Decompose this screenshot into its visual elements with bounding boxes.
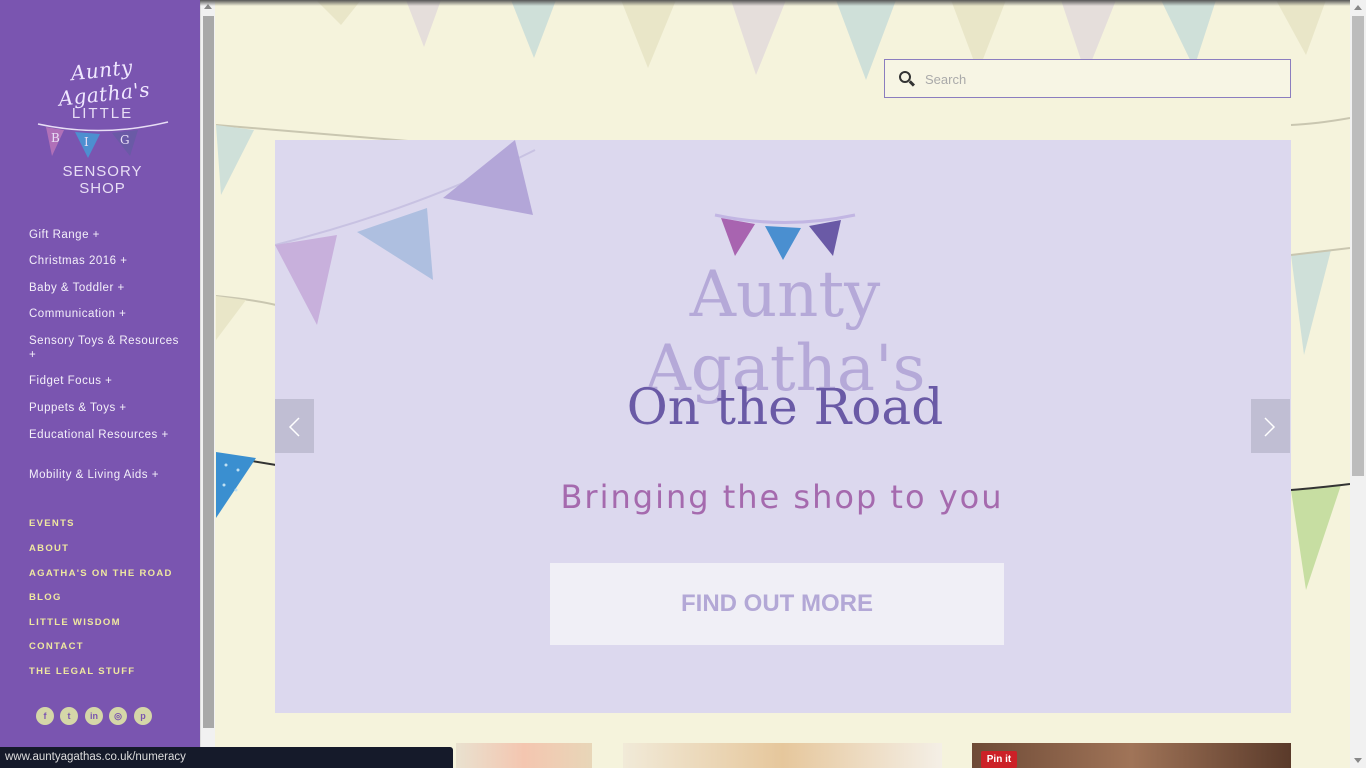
scroll-down-arrow-icon[interactable]: [1354, 758, 1362, 763]
svg-text:B: B: [51, 131, 60, 145]
logo-sensory-text: SENSORY: [62, 163, 143, 180]
slider-prev-button[interactable]: [275, 399, 314, 453]
logo-shop-text: SHOP: [79, 180, 126, 197]
nav-section-link[interactable]: BLOG: [29, 592, 62, 603]
product-thumbnail[interactable]: [456, 743, 592, 768]
slide-tagline: Bringing the shop to you: [560, 478, 1004, 516]
nav-section-link[interactable]: AGATHA'S ON THE ROAD: [29, 568, 173, 579]
nav-category-item[interactable]: Sensory Toys & Resources +: [29, 334, 179, 362]
product-thumbnail[interactable]: [623, 743, 942, 768]
nav-category-item[interactable]: Communication +: [29, 307, 179, 321]
chevron-right-icon: [1264, 417, 1276, 437]
hero-slider[interactable]: Aunty Agatha's On the Road Bringing the …: [275, 140, 1291, 713]
main-content: Aunty Agatha's On the Road Bringing the …: [216, 0, 1350, 768]
top-shadow: [200, 0, 1366, 6]
pinterest-icon[interactable]: p: [134, 707, 152, 725]
nav-section-link[interactable]: ABOUT: [29, 543, 69, 554]
nav-category-item[interactable]: Christmas 2016 +: [29, 254, 179, 268]
page-scrollbar-thumb[interactable]: [1352, 16, 1364, 476]
svg-text:I: I: [84, 135, 89, 149]
nav-category-item[interactable]: Baby & Toddler +: [29, 281, 179, 295]
nav-section-link[interactable]: LITTLE WISDOM: [29, 617, 121, 628]
nav-section-link[interactable]: EVENTS: [29, 518, 75, 529]
nav-category-item[interactable]: Puppets & Toys +: [29, 401, 179, 415]
pin-it-button[interactable]: Pin it: [981, 751, 1017, 768]
twitter-icon[interactable]: t: [60, 707, 78, 725]
linkedin-icon[interactable]: in: [85, 707, 103, 725]
chevron-left-icon: [288, 417, 300, 437]
logo-script-text: Aunty Agatha's: [57, 54, 152, 111]
browser-status-url: www.auntyagathas.co.uk/numeracy: [0, 747, 453, 768]
sidebar: Aunty Agatha's LITTLE B I G SENSORY SHOP…: [0, 0, 200, 768]
sidebar-scrollbar-thumb[interactable]: [203, 16, 214, 728]
search-icon[interactable]: [899, 71, 911, 83]
page-scrollbar[interactable]: [1350, 0, 1366, 768]
scroll-up-arrow-icon[interactable]: [1354, 5, 1362, 10]
slide-subtitle: On the Road: [626, 378, 944, 436]
nav-category-item[interactable]: Mobility & Living Aids +: [29, 468, 179, 482]
nav-category-item[interactable]: Educational Resources +: [29, 428, 179, 442]
site-logo[interactable]: Aunty Agatha's LITTLE B I G SENSORY SHOP: [30, 50, 175, 205]
svg-text:G: G: [120, 133, 130, 147]
product-thumbnail[interactable]: [972, 743, 1291, 768]
nav-section-link[interactable]: CONTACT: [29, 641, 84, 652]
slider-next-button[interactable]: [1251, 399, 1290, 453]
facebook-icon[interactable]: f: [36, 707, 54, 725]
nav-category-item[interactable]: Gift Range +: [29, 228, 179, 242]
find-out-more-button[interactable]: FIND OUT MORE: [550, 563, 1004, 645]
nav-section-link[interactable]: THE LEGAL STUFF: [29, 666, 135, 677]
search-input[interactable]: [925, 68, 1275, 90]
search-box[interactable]: [884, 59, 1291, 98]
nav-category-item[interactable]: Fidget Focus +: [29, 374, 179, 388]
sidebar-scrollbar[interactable]: [200, 0, 215, 768]
instagram-icon[interactable]: ◎: [109, 707, 127, 725]
